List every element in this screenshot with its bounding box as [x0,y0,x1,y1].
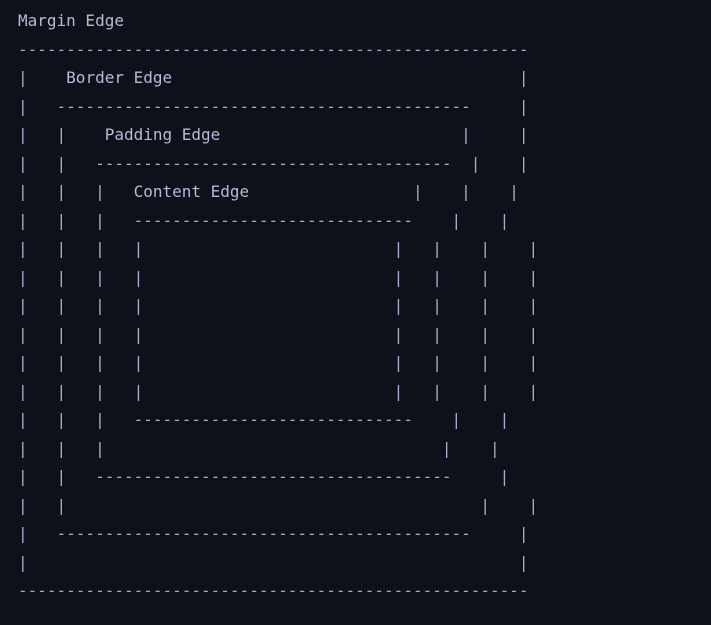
diagram-line-7: | | | Content Edge | | | [18,182,519,201]
diagram-line-21: ----------------------------------------… [18,581,529,600]
content-edge-label: Content Edge [133,182,250,201]
diagram-line-20: | | [18,552,529,572]
diagram-line-18: | | | | [18,495,539,515]
diagram-line-12: | | | | | | | | [18,324,539,344]
diagram-line-16: | | | | | [18,438,500,458]
diagram-line-9: | | | | | | | | [18,239,539,258]
diagram-line-15: | | | ----------------------------- | | [18,410,510,429]
diagram-line-6: | | ------------------------------------… [18,153,529,173]
margin-edge-label: Margin Edge [18,11,124,30]
diagram-line-17: | | ------------------------------------… [18,467,510,486]
diagram-line-8: | | | ----------------------------- | | [18,210,510,230]
diagram-line-4: | --------------------------------------… [18,96,529,116]
diagram-line-10: | | | | | | | | [18,267,539,287]
diagram-line-13: | | | | | | | | [18,353,539,372]
ascii-box-model-diagram: Margin Edge ----------------------------… [0,0,711,625]
diagram-line-11: | | | | | | | | [18,296,539,315]
diagram-line-2: ----------------------------------------… [18,39,529,59]
padding-edge-label: Padding Edge [104,125,221,144]
diagram-line-3: | Border Edge | [18,68,529,87]
box-model-ascii-art: Margin Edge ----------------------------… [18,7,538,606]
diagram-line-14: | | | | | | | | [18,381,539,401]
diagram-line-5: | | Padding Edge | | [18,125,529,144]
diagram-line-19: | --------------------------------------… [18,524,529,543]
border-edge-label: Border Edge [66,68,173,87]
